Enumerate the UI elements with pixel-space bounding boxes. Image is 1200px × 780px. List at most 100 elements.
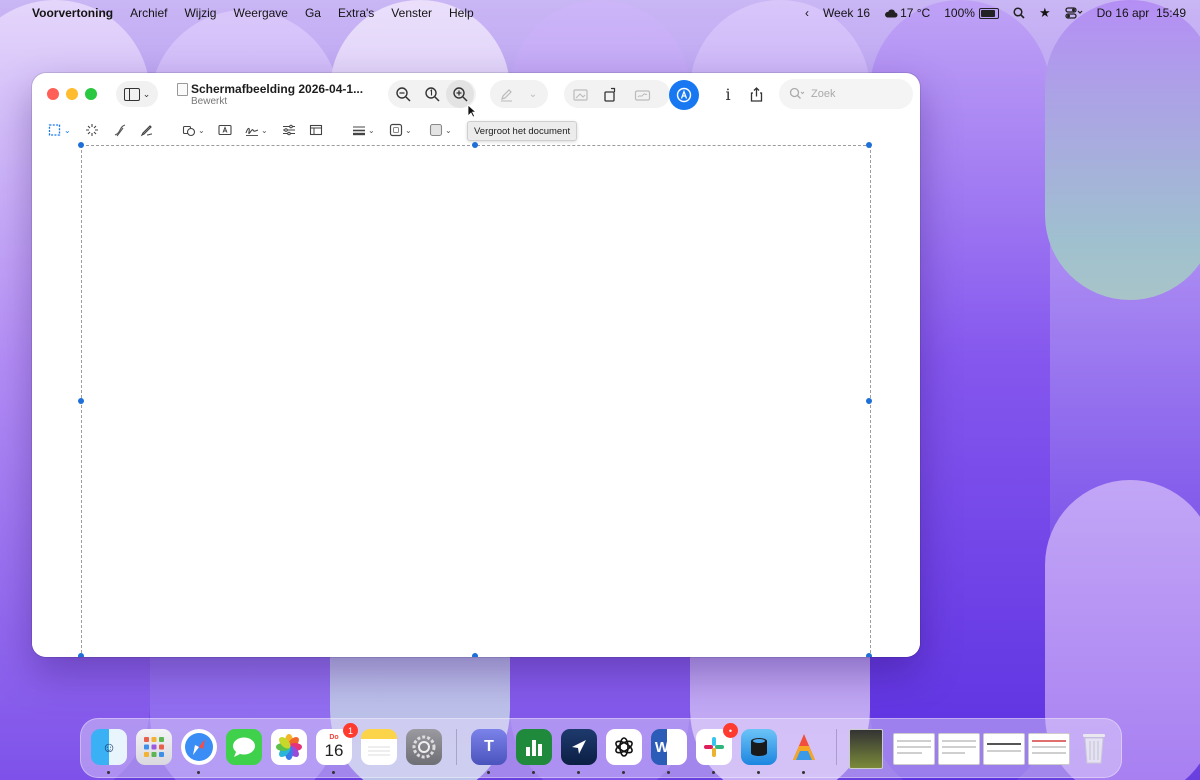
selection-handle-bottom[interactable] — [472, 653, 478, 657]
selection-handle-right[interactable] — [866, 398, 872, 404]
teams-icon[interactable]: T — [471, 729, 507, 774]
date-time[interactable]: Do 16 apr 15:49 — [1097, 6, 1186, 20]
highlight-button[interactable] — [492, 80, 520, 108]
adjust-image-icon — [572, 88, 588, 101]
star-icon[interactable]: ★ — [1039, 5, 1051, 21]
spotlight-search-icon[interactable] — [1013, 7, 1025, 19]
selection-handle-bottom-right[interactable] — [866, 653, 872, 657]
calendar-badge: 1 — [343, 723, 358, 738]
adjust-size-tool[interactable] — [309, 123, 323, 137]
search-placeholder: Zoek — [811, 88, 836, 100]
menu-venster[interactable]: Venster — [391, 6, 432, 20]
adjust-color-button[interactable] — [566, 80, 594, 108]
slack-icon[interactable]: • — [696, 723, 738, 774]
control-center-icon[interactable] — [1064, 7, 1083, 19]
chevron-down-icon: ⌄ — [261, 125, 268, 135]
menu-extras[interactable]: Extra's — [338, 6, 374, 20]
preview-window: ⌄ Schermafbeelding 2026-04-1... Bewerkt … — [32, 73, 920, 657]
selection-handle-top-right[interactable] — [866, 142, 872, 148]
trash-icon[interactable] — [1076, 729, 1112, 765]
search-icon — [789, 87, 805, 99]
inspector-button[interactable]: i — [714, 80, 742, 108]
selection-tool[interactable]: ⌄ — [48, 123, 71, 137]
zoom-button[interactable] — [85, 88, 97, 100]
border-color-icon — [389, 123, 403, 137]
adjust-color-icon — [283, 124, 295, 136]
close-button[interactable] — [47, 88, 59, 100]
weather-widget[interactable]: 17 °C — [884, 6, 930, 20]
signature-icon — [245, 127, 259, 136]
launchpad-icon[interactable] — [136, 729, 172, 765]
navigation-app-icon[interactable] — [561, 729, 597, 774]
calendar-icon[interactable]: Do 16 1 — [316, 723, 358, 774]
share-icon — [750, 86, 762, 102]
selection-handle-top-left[interactable] — [78, 142, 84, 148]
signature-tool[interactable]: ⌄ — [245, 123, 268, 137]
calendar-day: 16 — [324, 741, 344, 760]
colorful-app-icon[interactable] — [786, 729, 822, 774]
dock-screenshot-thumbnail[interactable] — [1028, 733, 1070, 765]
chevron-left-icon[interactable]: ‹ — [805, 6, 809, 20]
notes-icon[interactable] — [361, 729, 397, 765]
battery-status[interactable]: 100% — [944, 6, 999, 20]
rotate-button[interactable] — [596, 80, 624, 108]
finder-icon[interactable]: ☺ — [91, 729, 127, 774]
safari-icon[interactable] — [181, 729, 217, 774]
photos-icon[interactable] — [271, 729, 307, 765]
rect-selection-icon — [48, 124, 61, 136]
fill-color-icon — [429, 123, 443, 137]
sign-button[interactable] — [628, 80, 656, 108]
word-icon[interactable]: W — [651, 729, 687, 774]
shape-style-tool[interactable]: ⌄ — [352, 123, 375, 137]
markup-pen-icon — [676, 87, 692, 103]
weather-temp: 17 °C — [900, 6, 931, 20]
menu-wijzig[interactable]: Wijzig — [184, 6, 216, 20]
system-settings-icon[interactable] — [406, 729, 442, 765]
markup-toolbar-button[interactable] — [669, 80, 699, 110]
dock-screenshot-thumbnail[interactable] — [893, 733, 935, 765]
dock-document-thumbnail[interactable] — [849, 729, 883, 769]
draw-tool[interactable] — [140, 123, 154, 137]
dock-screenshot-thumbnail[interactable] — [983, 733, 1025, 765]
menu-archief[interactable]: Archief — [130, 6, 167, 20]
database-app-icon[interactable] — [741, 729, 777, 774]
messages-icon[interactable] — [226, 729, 262, 765]
battery-percent: 100% — [944, 6, 975, 20]
numbers-icon[interactable] — [516, 729, 552, 774]
chatgpt-icon[interactable] — [606, 729, 642, 774]
shapes-tool[interactable]: ⌄ — [182, 123, 205, 137]
actual-size-button[interactable] — [418, 80, 446, 108]
sidebar-toggle-button[interactable]: ⌄ — [116, 81, 158, 107]
sketch-icon — [114, 124, 126, 137]
share-button[interactable] — [742, 80, 770, 108]
fill-color-tool[interactable]: ⌄ — [429, 123, 452, 137]
selection-handle-bottom-left[interactable] — [78, 653, 84, 657]
adjust-color-tool[interactable] — [282, 123, 296, 137]
menu-weergave[interactable]: Weergave — [233, 6, 287, 20]
text-tool[interactable] — [218, 123, 232, 137]
minimize-button[interactable] — [66, 88, 78, 100]
dock-screenshot-thumbnail[interactable] — [938, 733, 980, 765]
menu-ga[interactable]: Ga — [305, 6, 321, 20]
zoom-out-button[interactable] — [389, 80, 417, 108]
menu-app-name[interactable]: Voorvertoning — [32, 6, 113, 20]
document-title[interactable]: Schermafbeelding 2026-04-1... — [191, 82, 363, 96]
document-icon — [177, 83, 188, 96]
border-color-tool[interactable]: ⌄ — [389, 123, 412, 137]
instant-alpha-tool[interactable] — [85, 123, 99, 137]
search-field[interactable]: Zoek — [779, 79, 913, 109]
menu-help[interactable]: Help — [449, 6, 474, 20]
chevron-down-icon: ⌄ — [142, 88, 151, 99]
week-indicator[interactable]: Week 16 — [823, 6, 870, 20]
selection-handle-top[interactable] — [472, 142, 478, 148]
mouse-cursor-icon — [467, 104, 477, 118]
pen-icon — [500, 88, 512, 102]
battery-icon — [978, 7, 999, 19]
selection-rectangle[interactable] — [78, 142, 872, 657]
sketch-tool[interactable] — [113, 123, 127, 137]
menu-bar: Voorvertoning Archief Wijzig Weergave Ga… — [0, 0, 1200, 26]
selection-handle-left[interactable] — [78, 398, 84, 404]
document-canvas[interactable] — [32, 142, 920, 657]
highlight-menu-button[interactable]: ⌄ — [520, 80, 546, 108]
chevron-down-icon: ⌄ — [64, 125, 71, 135]
